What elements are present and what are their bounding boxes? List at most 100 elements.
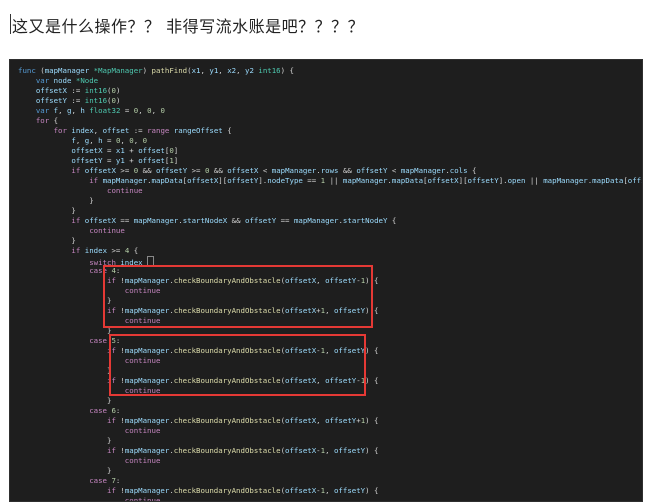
code-token: ] xyxy=(173,156,179,165)
code-token: , xyxy=(93,126,103,135)
code-token: x2 xyxy=(227,66,237,75)
code-token: index xyxy=(71,126,94,135)
code-line: continue xyxy=(18,226,642,236)
code-token: ) { xyxy=(365,486,379,495)
code-token: mapManager xyxy=(124,486,170,495)
code-token: >= xyxy=(111,246,125,255)
code-token: mapManager xyxy=(124,446,170,455)
code-token: offsetX xyxy=(84,166,121,175)
code-token: ) { xyxy=(365,346,379,355)
code-token: == xyxy=(120,216,134,225)
code-line: offsetX = x1 + offset[0] xyxy=(18,146,642,156)
code-token: *Node xyxy=(75,76,99,85)
code-token: = xyxy=(107,136,116,145)
code-token: mapManager xyxy=(271,166,317,175)
code-token: mapManager xyxy=(133,216,179,225)
code-token: } xyxy=(18,206,76,215)
code-token: if xyxy=(107,446,121,455)
code-token: offsetY xyxy=(333,486,366,495)
code-token: && xyxy=(142,166,156,175)
code-token: 0 xyxy=(160,106,165,115)
code-token: ]. xyxy=(258,176,268,185)
code-token: , xyxy=(75,136,85,145)
code-token: range xyxy=(147,126,174,135)
code-token: y1 xyxy=(115,156,130,165)
code-token: } xyxy=(18,196,94,205)
code-token: continue xyxy=(124,426,161,435)
code-token: offsetY xyxy=(333,446,366,455)
code-line: } xyxy=(18,396,642,406)
code-token: if xyxy=(71,246,85,255)
code-token: 1 xyxy=(320,176,330,185)
code-token: , xyxy=(133,136,143,145)
code-token: { xyxy=(133,246,139,255)
code-token: || xyxy=(529,176,544,185)
code-line: if mapManager.mapData[offsetX][offsetY].… xyxy=(18,176,642,186)
code-token: + xyxy=(129,146,139,155)
code-token: case xyxy=(89,406,112,415)
code-token: ) { xyxy=(365,376,379,385)
code-token: h xyxy=(98,136,108,145)
code-line: continue xyxy=(18,456,642,466)
code-token: { xyxy=(227,126,232,135)
code-token: mapData xyxy=(151,176,183,185)
code-token: ) { xyxy=(365,446,379,455)
code-token: mapManager xyxy=(543,176,588,185)
code-token: offsetX xyxy=(227,166,263,175)
code-token: func xyxy=(18,66,41,75)
code-token: offsetY xyxy=(71,156,108,165)
code-token: && xyxy=(231,216,245,225)
code-token: , xyxy=(58,106,67,115)
code-token: == xyxy=(307,176,321,185)
code-token: offsetY xyxy=(325,416,357,425)
code-token: mapManager xyxy=(342,176,388,185)
code-token: offsetX xyxy=(84,216,121,225)
code-token: offsetX xyxy=(427,176,459,185)
code-line: continue xyxy=(18,186,642,196)
code-token: var xyxy=(35,106,54,115)
code-token: case xyxy=(89,476,112,485)
code-line: } xyxy=(18,236,642,246)
code-line: offsetY := int16(0) xyxy=(18,96,642,106)
highlight-box-case-4 xyxy=(103,265,373,328)
code-line: offsetX := int16(0) xyxy=(18,86,642,96)
code-token: ) { xyxy=(280,66,294,75)
code-token: 0 xyxy=(142,136,148,145)
code-token: = xyxy=(124,106,134,115)
code-token: } xyxy=(18,296,112,305)
code-token: checkBoundaryAndObstacle xyxy=(173,446,281,455)
code-line: var node *Node xyxy=(18,76,642,86)
code-token: , xyxy=(120,136,130,145)
code-token: < xyxy=(391,166,401,175)
code-token: for xyxy=(53,126,72,135)
code-line: if !mapManager.checkBoundaryAndObstacle(… xyxy=(18,416,642,426)
code-token: mapManager xyxy=(293,216,339,225)
code-token: >= xyxy=(120,166,134,175)
code-token: := xyxy=(133,126,148,135)
code-line: if offsetX == mapManager.startNodeX && o… xyxy=(18,216,642,226)
code-token: int16 xyxy=(84,86,108,95)
code-token: offset xyxy=(138,146,165,155)
code-token: } xyxy=(18,326,112,335)
code-token: if xyxy=(71,216,85,225)
code-token: offsetX xyxy=(285,416,317,425)
code-token: || xyxy=(329,176,343,185)
code-line: } xyxy=(18,196,642,206)
code-token: cols xyxy=(449,166,473,175)
code-token: offsetX xyxy=(285,486,317,495)
code-token: x1 xyxy=(115,146,130,155)
code-token: 0 xyxy=(204,166,214,175)
code-token: : xyxy=(115,476,121,485)
code-line: func (mapManager *MapManager) pathFind(x… xyxy=(18,66,642,76)
